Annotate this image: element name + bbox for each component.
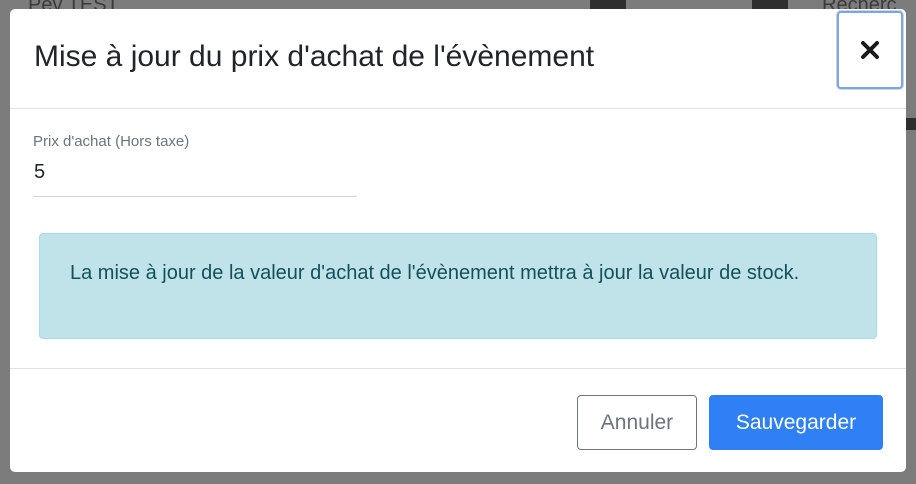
info-alert-text: La mise à jour de la valeur d'achat de l… <box>70 262 800 284</box>
modal-title: Mise à jour du prix d'achat de l'évèneme… <box>34 40 595 73</box>
purchase-price-label: Prix d'achat (Hors taxe) <box>33 133 190 150</box>
close-button[interactable] <box>837 11 903 89</box>
modal-body: Prix d'achat (Hors taxe) La mise à jour … <box>10 109 906 368</box>
info-alert: La mise à jour de la valeur d'achat de l… <box>39 233 877 339</box>
background-block <box>906 118 916 130</box>
close-icon <box>860 40 880 60</box>
save-button[interactable]: Sauvegarder <box>709 395 883 450</box>
background-block <box>752 0 788 9</box>
cancel-button[interactable]: Annuler <box>577 395 697 450</box>
modal-header: Mise à jour du prix d'achat de l'évèneme… <box>10 9 906 109</box>
background-block <box>590 0 626 9</box>
update-price-modal: Mise à jour du prix d'achat de l'évèneme… <box>10 9 906 472</box>
modal-footer: Annuler Sauvegarder <box>10 368 906 472</box>
purchase-price-input[interactable] <box>33 155 357 197</box>
